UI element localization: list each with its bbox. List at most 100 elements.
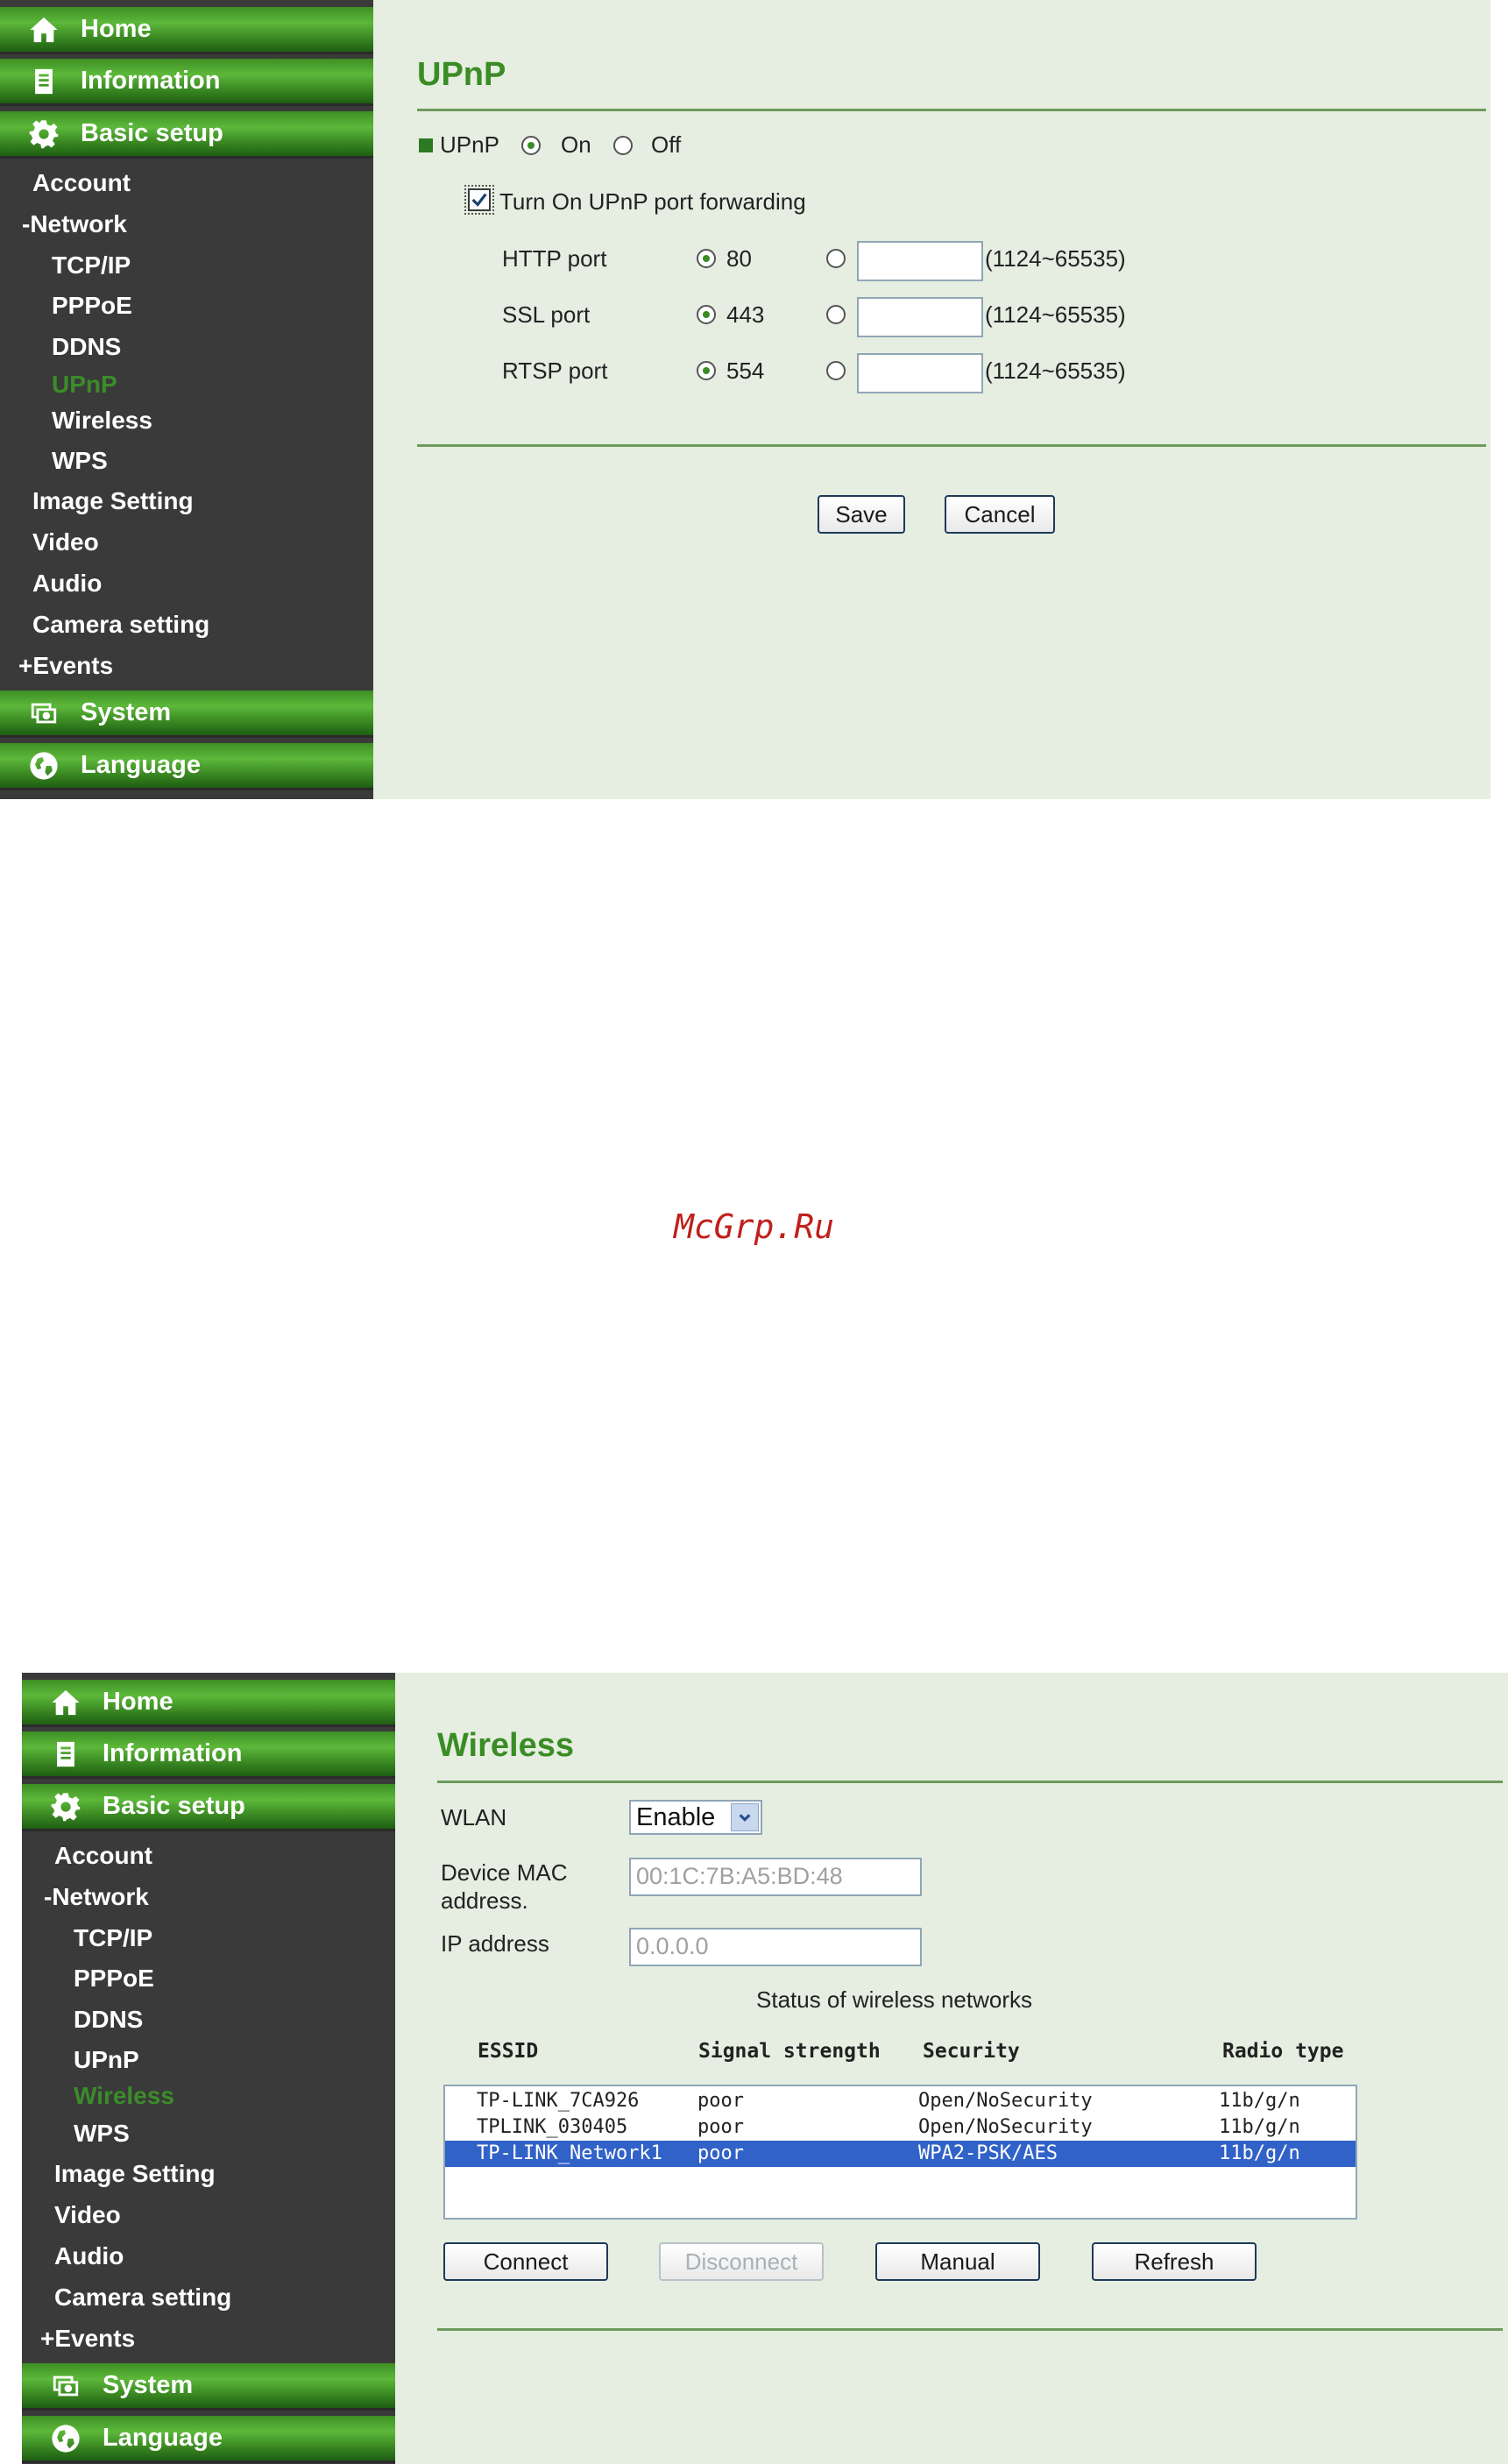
upnp-off-radio[interactable]	[613, 136, 633, 155]
connect-button[interactable]: Connect	[443, 2242, 608, 2281]
ssl-port-label: SSL port	[502, 301, 591, 328]
home-icon	[48, 1685, 83, 1720]
nav-network[interactable]: -Network	[44, 1883, 149, 1911]
ip-address-field: 0.0.0.0	[629, 1928, 922, 1966]
nav-wps[interactable]: WPS	[74, 2120, 130, 2148]
upnp-on-radio[interactable]	[521, 136, 541, 155]
nav-information[interactable]: Information	[22, 1731, 395, 1779]
http-port-default-radio[interactable]	[697, 249, 716, 268]
nav-language-label: Language	[103, 2424, 223, 2452]
wireless-status-heading: Status of wireless networks	[756, 1986, 1033, 2013]
nav-language[interactable]: Language	[22, 2416, 395, 2463]
nav-information-label: Information	[81, 67, 221, 95]
rtsp-port-default-value: 554	[726, 358, 765, 384]
network-signal: poor	[697, 2142, 744, 2164]
rtsp-port-input[interactable]	[857, 353, 983, 393]
nav-system[interactable]: System	[22, 2363, 395, 2411]
nav-account[interactable]: Account	[54, 1842, 152, 1870]
nav-home[interactable]: Home	[22, 1680, 395, 1727]
nav-information[interactable]: Information	[0, 59, 373, 106]
mac-address-field: 00:1C:7B:A5:BD:48	[629, 1858, 922, 1896]
disconnect-button: Disconnect	[659, 2242, 824, 2281]
nav-tcpip[interactable]: TCP/IP	[74, 1924, 152, 1952]
system-icon	[26, 696, 61, 731]
http-port-custom-radio[interactable]	[826, 249, 846, 268]
nav-basic-setup-label: Basic setup	[103, 1792, 245, 1820]
upnp-label: UPnP	[440, 131, 499, 158]
column-signal-strength: Signal strength	[698, 2040, 881, 2063]
manual-button[interactable]: Manual	[875, 2242, 1040, 2281]
wlan-label: WLAN	[441, 1804, 507, 1830]
nav-upnp[interactable]: UPnP	[52, 371, 117, 399]
network-security: WPA2-PSK/AES	[918, 2142, 1058, 2164]
page-title: UPnP	[417, 56, 506, 93]
sidebar: Home Information Basic setup Account -Ne…	[0, 0, 373, 799]
system-icon	[48, 2368, 83, 2404]
rtsp-port-label: RTSP port	[502, 358, 608, 384]
check-icon	[471, 193, 487, 207]
nav-home[interactable]: Home	[0, 7, 373, 54]
nav-pppoe[interactable]: PPPoE	[74, 1965, 154, 1993]
nav-ddns[interactable]: DDNS	[74, 2006, 143, 2034]
http-port-input[interactable]	[857, 241, 983, 281]
network-essid: TP-LINK_Network1	[477, 2142, 662, 2164]
nav-events[interactable]: +Events	[18, 652, 113, 680]
nav-network[interactable]: -Network	[22, 210, 127, 238]
nav-video[interactable]: Video	[54, 2201, 121, 2229]
nav-audio[interactable]: Audio	[54, 2242, 124, 2270]
form-divider	[417, 444, 1486, 447]
nav-language[interactable]: Language	[0, 743, 373, 790]
wireless-networks-list[interactable]: TP-LINK_7CA926 poor Open/NoSecurity 11b/…	[443, 2085, 1357, 2220]
mac-label-line1: Device MAC	[441, 1859, 568, 1886]
network-row[interactable]: TP-LINK_7CA926 poor Open/NoSecurity 11b/…	[445, 2088, 1356, 2114]
refresh-button[interactable]: Refresh	[1092, 2242, 1257, 2281]
network-security: Open/NoSecurity	[918, 2116, 1093, 2138]
nav-basic-setup[interactable]: Basic setup	[22, 1784, 395, 1831]
nav-system[interactable]: System	[0, 690, 373, 738]
column-radio-type: Radio type	[1222, 2040, 1344, 2063]
nav-camera-setting[interactable]: Camera setting	[32, 611, 209, 639]
nav-image-setting[interactable]: Image Setting	[54, 2160, 216, 2188]
document-icon	[26, 64, 61, 99]
chevron-down-icon[interactable]	[731, 1803, 759, 1831]
nav-upnp[interactable]: UPnP	[74, 2046, 139, 2074]
document-icon	[48, 1737, 83, 1772]
rtsp-port-custom-radio[interactable]	[826, 361, 846, 380]
ssl-port-input[interactable]	[857, 297, 983, 337]
save-button[interactable]: Save	[818, 495, 905, 534]
nav-basic-setup[interactable]: Basic setup	[0, 111, 373, 159]
ssl-port-default-value: 443	[726, 301, 765, 328]
nav-wps[interactable]: WPS	[52, 447, 108, 475]
network-row-selected[interactable]: TP-LINK_Network1 poor WPA2-PSK/AES 11b/g…	[445, 2141, 1356, 2167]
ip-address-value: 0.0.0.0	[636, 1933, 709, 1959]
nav-wireless[interactable]: Wireless	[52, 407, 152, 435]
column-security: Security	[923, 2040, 1020, 2063]
nav-basic-setup-label: Basic setup	[81, 119, 223, 147]
ssl-port-default-radio[interactable]	[697, 305, 716, 324]
nav-video[interactable]: Video	[32, 528, 99, 556]
rtsp-port-default-radio[interactable]	[697, 361, 716, 380]
wlan-select[interactable]: Enable	[629, 1800, 762, 1835]
ssl-port-custom-radio[interactable]	[826, 305, 846, 324]
network-security: Open/NoSecurity	[918, 2090, 1093, 2112]
nav-ddns[interactable]: DDNS	[52, 333, 121, 361]
wlan-select-value: Enable	[636, 1802, 716, 1831]
cancel-button[interactable]: Cancel	[945, 495, 1055, 534]
nav-account[interactable]: Account	[32, 169, 131, 197]
nav-pppoe[interactable]: PPPoE	[52, 292, 132, 320]
nav-tcpip[interactable]: TCP/IP	[52, 251, 131, 280]
column-essid: ESSID	[478, 2040, 539, 2063]
nav-events[interactable]: +Events	[40, 2325, 135, 2353]
title-divider	[417, 109, 1486, 111]
nav-wireless[interactable]: Wireless	[74, 2082, 174, 2110]
nav-camera-setting[interactable]: Camera setting	[54, 2283, 231, 2312]
globe-icon	[26, 748, 61, 783]
page-title: Wireless	[437, 1727, 574, 1764]
port-forwarding-checkbox[interactable]	[464, 185, 494, 215]
nav-system-label: System	[81, 698, 172, 726]
network-radio: 11b/g/n	[1219, 2116, 1300, 2138]
nav-audio[interactable]: Audio	[32, 570, 102, 598]
nav-home-label: Home	[103, 1688, 173, 1716]
nav-image-setting[interactable]: Image Setting	[32, 487, 194, 515]
network-row[interactable]: TPLINK_030405 poor Open/NoSecurity 11b/g…	[445, 2114, 1356, 2141]
